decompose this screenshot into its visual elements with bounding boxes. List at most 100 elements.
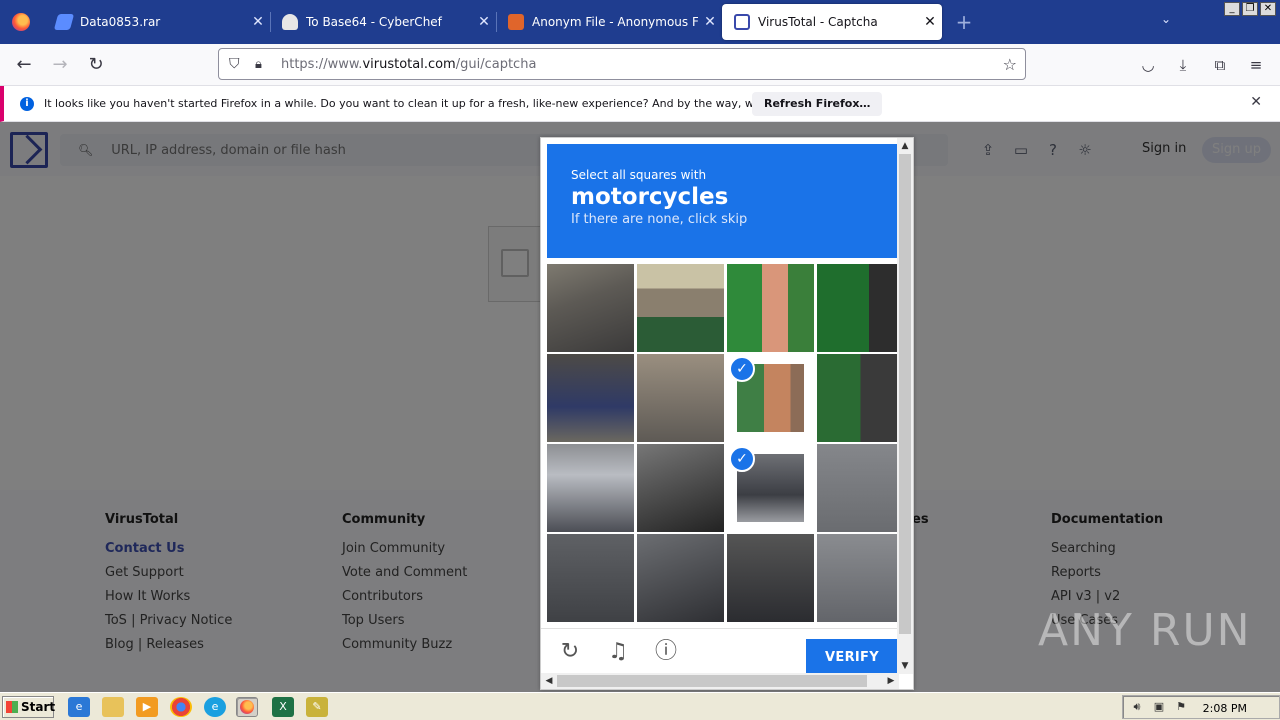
tab-title: Anonym File - Anonymous File Uplo: [532, 15, 698, 29]
tile-image: [637, 534, 724, 622]
flag-icon[interactable]: ⚑: [1173, 700, 1189, 716]
refresh-firefox-button[interactable]: Refresh Firefox…: [752, 92, 883, 116]
download-file-icon: [53, 14, 75, 30]
new-tab-button[interactable]: +: [952, 10, 976, 34]
scroll-right-icon[interactable]: ▶: [883, 673, 899, 689]
url-text[interactable]: https://www.virustotal.com/gui/captcha: [281, 57, 536, 72]
firefox-icon: [12, 13, 30, 31]
tab-strip: Data0853.rar ✕ To Base64 - CyberChef ✕ A…: [0, 0, 1280, 44]
folder-icon[interactable]: [102, 697, 124, 717]
tile-image: [547, 354, 634, 442]
tile-image: [817, 444, 904, 532]
captcha-tile[interactable]: [727, 264, 814, 352]
firefox-menu-button[interactable]: [0, 0, 42, 44]
vertical-scrollbar[interactable]: ▲ ▼: [897, 138, 913, 674]
lock-icon[interactable]: 🔒︎: [255, 57, 271, 72]
tile-image: [637, 264, 724, 352]
url-bar[interactable]: ⛉ 🔒︎ https://www.virustotal.com/gui/capt…: [218, 48, 1026, 80]
download-icon[interactable]: ⤓: [1172, 54, 1194, 76]
reload-challenge-icon[interactable]: ↻: [555, 637, 585, 667]
scroll-thumb[interactable]: [899, 154, 911, 634]
firefox-taskbar-icon[interactable]: [236, 697, 258, 717]
horizontal-scrollbar[interactable]: ◀ ▶: [541, 673, 899, 689]
close-icon[interactable]: ✕: [246, 14, 270, 30]
captcha-tile[interactable]: [547, 354, 634, 442]
captcha-tile[interactable]: [547, 264, 634, 352]
restore-button[interactable]: ❐: [1242, 2, 1258, 16]
pocket-icon[interactable]: ◡: [1137, 54, 1159, 76]
start-button[interactable]: Start: [2, 696, 55, 718]
close-icon[interactable]: ✕: [698, 14, 722, 30]
close-icon[interactable]: ✕: [1250, 94, 1262, 110]
tile-image: [817, 534, 904, 622]
scroll-up-icon[interactable]: ▲: [897, 138, 913, 154]
tab-title: VirusTotal - Captcha: [758, 15, 878, 29]
challenge-target: motorcycles: [571, 184, 729, 210]
list-all-tabs-button[interactable]: ⌄: [1156, 12, 1176, 32]
captcha-tile[interactable]: [547, 444, 634, 532]
window-controls: _ ❐ ✕: [1224, 2, 1276, 16]
captcha-tile[interactable]: [817, 534, 904, 622]
tab-anonymfile[interactable]: Anonym File - Anonymous File Uplo ✕: [496, 0, 722, 44]
tile-image: [547, 534, 634, 622]
captcha-tile[interactable]: [637, 264, 724, 352]
chef-hat-icon: [282, 14, 298, 30]
back-button[interactable]: ←: [10, 52, 38, 78]
captcha-tile[interactable]: [637, 534, 724, 622]
extensions-icon[interactable]: ⧉: [1209, 54, 1231, 76]
captcha-tile[interactable]: [727, 534, 814, 622]
network-icon[interactable]: ▣: [1151, 700, 1167, 716]
minimize-button[interactable]: _: [1224, 2, 1240, 16]
tile-image: [727, 534, 814, 622]
excel-icon[interactable]: X: [272, 697, 294, 717]
media-player-icon[interactable]: ▶: [136, 697, 158, 717]
scroll-down-icon[interactable]: ▼: [897, 658, 913, 674]
captcha-tile[interactable]: [817, 444, 904, 532]
challenge-instruction: Select all squares with: [571, 168, 707, 182]
anyrun-watermark: ANY RUN: [1038, 605, 1252, 656]
tab-title: To Base64 - CyberChef: [306, 15, 442, 29]
captcha-tile[interactable]: [637, 354, 724, 442]
captcha-tile[interactable]: ✓: [727, 444, 814, 532]
challenge-hint: If there are none, click skip: [571, 212, 748, 227]
captcha-tile[interactable]: [817, 354, 904, 442]
notification-text: It looks like you haven't started Firefo…: [44, 97, 828, 110]
bookmark-star-icon[interactable]: ☆: [1003, 55, 1017, 74]
close-window-button[interactable]: ✕: [1260, 2, 1276, 16]
scroll-left-icon[interactable]: ◀: [541, 673, 557, 689]
reload-button[interactable]: ↻: [82, 52, 110, 78]
tab-cyberchef[interactable]: To Base64 - CyberChef ✕: [270, 0, 496, 44]
captcha-tile[interactable]: [547, 534, 634, 622]
shield-icon[interactable]: ⛉: [229, 56, 245, 72]
tab-virustotal[interactable]: VirusTotal - Captcha ✕: [722, 4, 942, 40]
verify-button[interactable]: VERIFY: [806, 639, 898, 677]
audio-challenge-icon[interactable]: ♫: [603, 637, 633, 667]
image-grid: ✓ ✓: [547, 264, 904, 622]
tile-image: [817, 354, 904, 442]
edge-icon[interactable]: e: [204, 697, 226, 717]
ie-icon[interactable]: e: [68, 697, 90, 717]
chrome-icon[interactable]: [170, 697, 192, 717]
info-icon[interactable]: ⓘ: [651, 637, 681, 667]
tab-data0853[interactable]: Data0853.rar ✕: [44, 0, 270, 44]
captcha-tile[interactable]: [817, 264, 904, 352]
challenge-footer: ↻ ♫ ⓘ VERIFY: [541, 628, 899, 677]
tile-image: [547, 444, 634, 532]
close-icon[interactable]: ✕: [918, 14, 942, 30]
navigation-toolbar: ← → ↻ ⛉ 🔒︎ https://www.virustotal.com/gu…: [0, 44, 1280, 86]
system-tray: 🔊︎ ▣ ⚑ 2:08 PM: [1122, 695, 1280, 719]
notification-bar: i It looks like you haven't started Fire…: [0, 86, 1280, 122]
scroll-thumb[interactable]: [557, 675, 867, 687]
tile-image: [637, 354, 724, 442]
notepad-icon[interactable]: ✎: [306, 697, 328, 717]
hamburger-menu-icon[interactable]: ≡: [1245, 54, 1267, 76]
tile-image: [727, 264, 814, 352]
captcha-tile[interactable]: ✓: [727, 354, 814, 442]
close-icon[interactable]: ✕: [472, 14, 496, 30]
captcha-tile[interactable]: [637, 444, 724, 532]
volume-icon[interactable]: 🔊︎: [1129, 700, 1145, 716]
tile-image: [817, 264, 904, 352]
checkmark-icon: ✓: [729, 446, 755, 472]
virustotal-icon: [734, 14, 750, 30]
forward-button[interactable]: →: [46, 52, 74, 78]
